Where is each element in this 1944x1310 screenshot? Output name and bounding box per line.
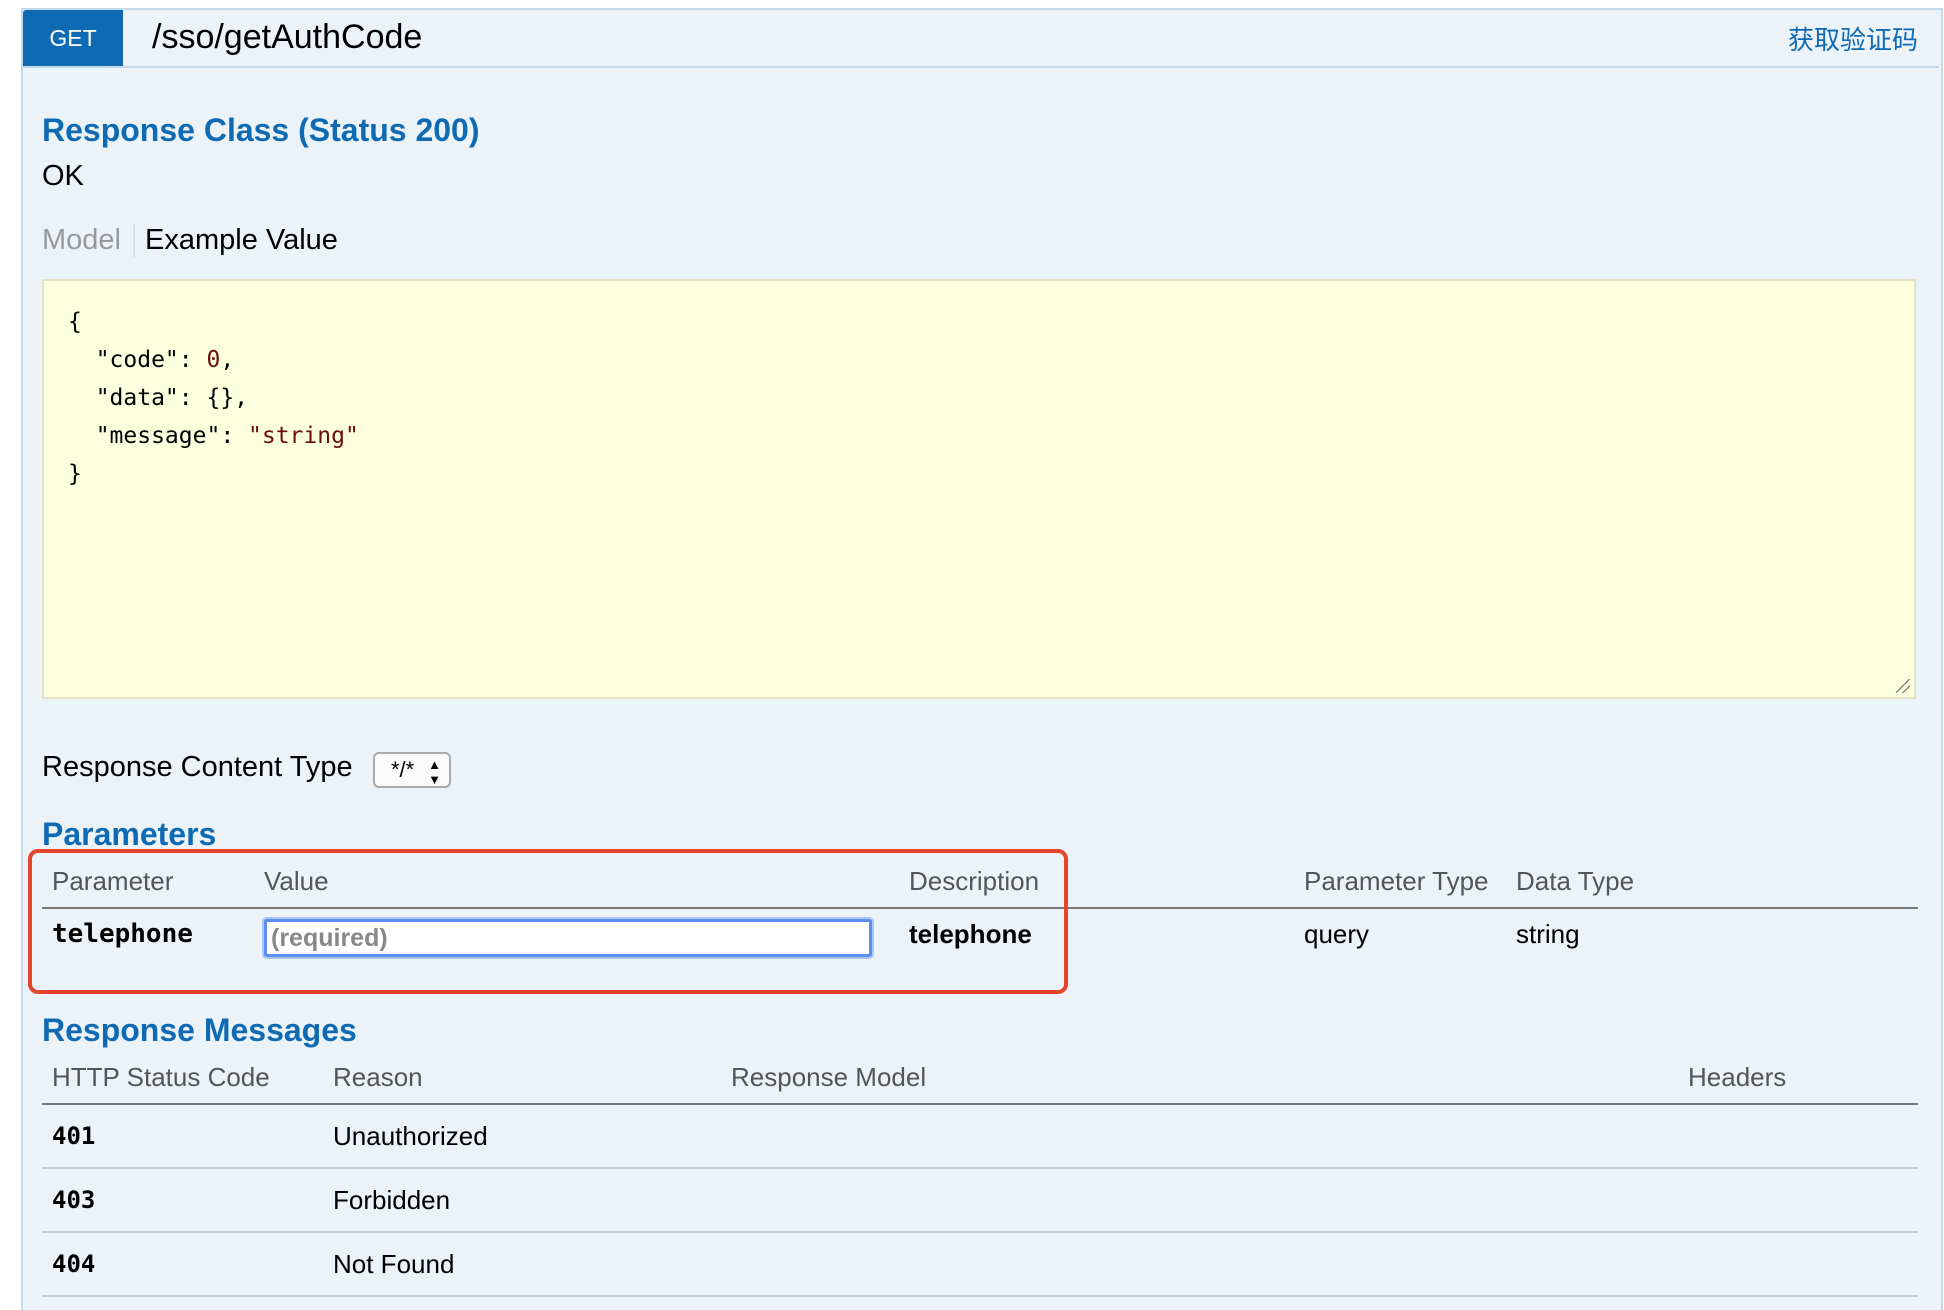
tab-example-value[interactable]: Example Value bbox=[135, 224, 338, 257]
table-row: 403 Forbidden bbox=[42, 1168, 1918, 1233]
example-value-box[interactable]: { "code": 0, "data": {}, "message": "str… bbox=[42, 279, 1916, 699]
parameters-title: Parameters bbox=[42, 816, 217, 852]
response-status-text: OK bbox=[42, 160, 84, 192]
col-response-model: Response Model bbox=[721, 1056, 1678, 1105]
json-line: "message": bbox=[68, 423, 249, 449]
parameter-type: query bbox=[1304, 919, 1370, 949]
json-line: } bbox=[68, 461, 82, 487]
endpoint-path[interactable]: /sso/getAuthCode bbox=[152, 18, 422, 57]
resize-grip-icon[interactable] bbox=[1896, 679, 1910, 693]
col-headers: Headers bbox=[1678, 1056, 1918, 1105]
json-punct: , bbox=[220, 347, 235, 373]
response-messages-table: HTTP Status Code Reason Response Model H… bbox=[42, 1056, 1918, 1297]
response-model-cell bbox=[721, 1232, 1678, 1297]
col-parameter: Parameter bbox=[42, 860, 254, 909]
status-code: 403 bbox=[42, 1168, 323, 1233]
response-class-title: Response Class (Status 200) bbox=[42, 112, 480, 148]
http-method-badge[interactable]: GET bbox=[23, 10, 123, 66]
response-model-cell bbox=[721, 1104, 1678, 1169]
headers-cell bbox=[1678, 1232, 1918, 1297]
parameter-data-type: string bbox=[1516, 919, 1580, 949]
status-code: 401 bbox=[42, 1104, 323, 1169]
status-code: 404 bbox=[42, 1232, 323, 1297]
col-http-status-code: HTTP Status Code bbox=[42, 1056, 323, 1105]
json-line: "code": bbox=[68, 347, 207, 373]
col-description: Description bbox=[899, 860, 1294, 909]
json-line: { bbox=[68, 309, 82, 335]
col-data-type: Data Type bbox=[1506, 860, 1918, 909]
json-value: "string" bbox=[248, 423, 359, 449]
select-arrows-icon: ▲ ▼ bbox=[428, 757, 441, 787]
content-type-select[interactable]: */* ▲ ▼ bbox=[373, 752, 451, 788]
parameter-value-cell bbox=[254, 908, 899, 967]
content-type-label: Response Content Type bbox=[42, 751, 353, 783]
table-row: 404 Not Found bbox=[42, 1232, 1918, 1297]
response-messages-title: Response Messages bbox=[42, 1012, 357, 1048]
table-row: 401 Unauthorized bbox=[42, 1104, 1918, 1169]
status-reason: Unauthorized bbox=[323, 1104, 721, 1169]
parameter-description: telephone bbox=[909, 919, 1032, 949]
headers-cell bbox=[1678, 1104, 1918, 1169]
headers-cell bbox=[1678, 1168, 1918, 1233]
status-reason: Not Found bbox=[323, 1232, 721, 1297]
json-value: 0 bbox=[206, 347, 221, 373]
parameter-name: telephone bbox=[52, 919, 193, 949]
col-value: Value bbox=[254, 860, 899, 909]
parameter-row: telephone telephone query string bbox=[42, 908, 1918, 967]
telephone-input[interactable] bbox=[264, 919, 872, 957]
col-parameter-type: Parameter Type bbox=[1294, 860, 1506, 909]
operation-summary[interactable]: 获取验证码 bbox=[1788, 20, 1918, 57]
content-type-value: */* bbox=[391, 757, 415, 782]
json-line: "data": {}, bbox=[68, 385, 249, 411]
parameters-table: Parameter Value Description Parameter Ty… bbox=[42, 860, 1918, 967]
tab-model[interactable]: Model bbox=[42, 224, 135, 257]
response-model-cell bbox=[721, 1168, 1678, 1233]
col-reason: Reason bbox=[323, 1056, 721, 1105]
status-reason: Forbidden bbox=[323, 1168, 721, 1233]
model-tabs: Model Example Value bbox=[42, 224, 338, 257]
